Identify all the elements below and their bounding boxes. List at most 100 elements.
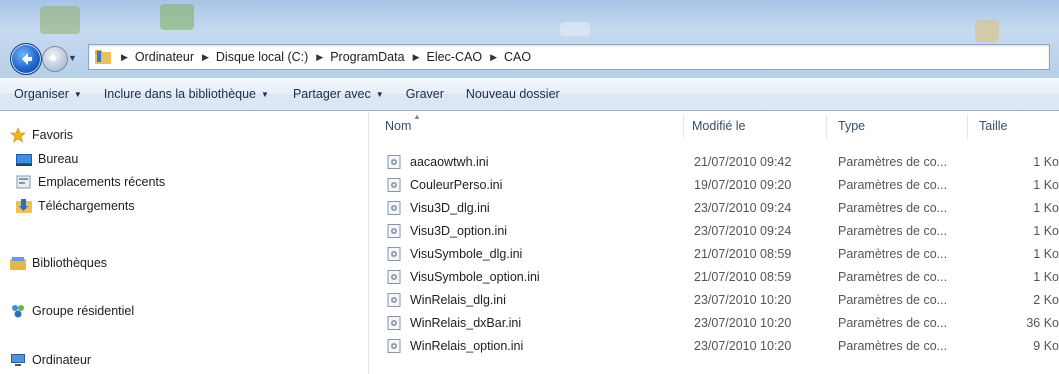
file-size: 1 Ko: [1033, 201, 1059, 215]
nav-item-homegroup[interactable]: Groupe résidentiel: [10, 303, 134, 319]
nav-item-libraries[interactable]: Bibliothèques: [10, 255, 107, 271]
nav-item-downloads[interactable]: Téléchargements: [16, 198, 135, 214]
file-list: ▲ Nom Modifié le Type Taille aacaowtwh.i…: [370, 111, 1059, 374]
background-blur: [560, 22, 590, 36]
address-bar[interactable]: ▶ Ordinateur ▶ Disque local (C:) ▶ Progr…: [88, 44, 1050, 70]
forward-button[interactable]: [42, 46, 68, 72]
column-divider[interactable]: [683, 115, 684, 139]
column-divider[interactable]: [826, 115, 827, 139]
file-row[interactable]: CouleurPerso.ini 19/07/2010 09:20 Paramè…: [370, 174, 1059, 196]
file-type: Paramètres de co...: [838, 293, 948, 307]
ini-file-icon: [387, 178, 401, 192]
ini-file-icon: [387, 316, 401, 330]
recent-places-icon: [16, 174, 32, 190]
column-header-label: Taille: [979, 119, 1008, 133]
nav-item-label: Bureau: [38, 152, 79, 166]
chevron-right-icon[interactable]: ▶: [413, 52, 420, 63]
file-name: Visu3D_dlg.ini: [410, 201, 490, 215]
column-divider[interactable]: [967, 115, 968, 139]
desktop-icon: [16, 151, 32, 167]
file-row[interactable]: Visu3D_dlg.ini 23/07/2010 09:24 Paramètr…: [370, 197, 1059, 219]
file-type: Paramètres de co...: [838, 224, 948, 238]
file-date: 23/07/2010 10:20: [694, 339, 792, 353]
organize-label: Organiser: [14, 87, 69, 101]
column-header-name[interactable]: Nom: [385, 111, 411, 141]
file-name: Visu3D_option.ini: [410, 224, 508, 238]
file-date: 19/07/2010 09:20: [694, 178, 792, 192]
forward-arrow-icon: [49, 53, 57, 63]
file-name: VisuSymbole_dlg.ini: [410, 247, 523, 261]
file-size: 1 Ko: [1033, 224, 1059, 238]
chevron-right-icon[interactable]: ▶: [490, 52, 497, 63]
nav-item-label: Ordinateur: [32, 353, 92, 367]
organize-menu[interactable]: Organiser ▼: [14, 87, 82, 101]
file-type: Paramètres de co...: [838, 339, 948, 353]
file-type: Paramètres de co...: [838, 201, 948, 215]
file-row[interactable]: Visu3D_option.ini 23/07/2010 09:24 Param…: [370, 220, 1059, 242]
file-size: 2 Ko: [1033, 293, 1059, 307]
burn-label: Graver: [405, 87, 444, 101]
ini-file-icon: [387, 201, 401, 215]
include-library-menu[interactable]: Inclure dans la bibliothèque ▼: [104, 87, 269, 101]
file-name: VisuSymbole_option.ini: [410, 270, 540, 284]
sort-ascending-icon: ▲: [413, 112, 421, 121]
homegroup-icon: [10, 303, 26, 319]
chevron-right-icon[interactable]: ▶: [202, 52, 209, 63]
column-header-label: Nom: [385, 119, 412, 133]
recent-pages-dropdown[interactable]: ▼: [68, 53, 80, 63]
file-row[interactable]: VisuSymbole_dlg.ini 21/07/2010 08:59 Par…: [370, 243, 1059, 265]
file-date: 23/07/2010 10:20: [694, 316, 792, 330]
chevron-right-icon[interactable]: ▶: [121, 52, 128, 63]
breadcrumb-item[interactable]: Elec-CAO: [426, 50, 482, 64]
ini-file-icon: [387, 224, 401, 238]
breadcrumb-item[interactable]: CAO: [504, 50, 531, 64]
burn-button[interactable]: Graver: [406, 87, 444, 101]
star-icon: [10, 127, 26, 143]
file-name: WinRelais_dlg.ini: [410, 293, 506, 307]
share-with-menu[interactable]: Partager avec ▼: [293, 87, 384, 101]
background-blur: [160, 4, 194, 30]
chevron-down-icon: ▼: [375, 89, 384, 99]
file-name: aacaowtwh.ini: [410, 155, 489, 169]
file-date: 23/07/2010 10:20: [694, 293, 792, 307]
ini-file-icon: [387, 293, 401, 307]
breadcrumb-item[interactable]: ProgramData: [330, 50, 404, 64]
column-header-type[interactable]: Type: [838, 111, 865, 141]
background-blur: [40, 6, 80, 34]
file-row[interactable]: WinRelais_option.ini 23/07/2010 10:20 Pa…: [370, 335, 1059, 357]
breadcrumb-item[interactable]: Ordinateur: [135, 50, 194, 64]
column-header-size[interactable]: Taille: [979, 111, 1008, 141]
file-row[interactable]: aacaowtwh.ini 21/07/2010 09:42 Paramètre…: [370, 151, 1059, 173]
include-library-label: Inclure dans la bibliothèque: [103, 87, 257, 101]
nav-item-recent-places[interactable]: Emplacements récents: [16, 174, 165, 190]
file-size: 1 Ko: [1033, 155, 1059, 169]
computer-icon: [10, 352, 26, 368]
ini-file-icon: [387, 270, 401, 284]
back-button[interactable]: [10, 43, 42, 75]
column-header-modified[interactable]: Modifié le: [692, 111, 746, 141]
navigation-pane: Favoris Bureau Emplacements récents Télé…: [0, 111, 369, 374]
chevron-right-icon[interactable]: ▶: [316, 52, 323, 63]
nav-item-computer[interactable]: Ordinateur: [10, 352, 91, 368]
file-type: Paramètres de co...: [838, 270, 948, 284]
title-bar: ▼ ▶ Ordinateur ▶ Disque local (C:) ▶ Pro…: [0, 0, 1059, 78]
breadcrumb-item[interactable]: Disque local (C:): [216, 50, 308, 64]
file-type: Paramètres de co...: [838, 178, 948, 192]
ini-file-icon: [387, 339, 401, 353]
file-row[interactable]: WinRelais_dxBar.ini 23/07/2010 10:20 Par…: [370, 312, 1059, 334]
new-folder-button[interactable]: Nouveau dossier: [466, 87, 560, 101]
file-date: 23/07/2010 09:24: [694, 201, 792, 215]
nav-item-label: Groupe résidentiel: [32, 304, 135, 318]
file-size: 1 Ko: [1033, 247, 1059, 261]
file-row[interactable]: WinRelais_dlg.ini 23/07/2010 10:20 Param…: [370, 289, 1059, 311]
background-blur: [975, 20, 999, 42]
file-row[interactable]: VisuSymbole_option.ini 21/07/2010 08:59 …: [370, 266, 1059, 288]
nav-item-desktop[interactable]: Bureau: [16, 151, 78, 167]
file-date: 21/07/2010 08:59: [694, 270, 792, 284]
nav-item-favorites[interactable]: Favoris: [10, 127, 73, 143]
share-with-label: Partager avec: [292, 87, 371, 101]
file-size: 36 Ko: [1026, 316, 1059, 330]
file-name: CouleurPerso.ini: [410, 178, 503, 192]
file-name: WinRelais_dxBar.ini: [410, 316, 522, 330]
file-date: 21/07/2010 09:42: [694, 155, 792, 169]
